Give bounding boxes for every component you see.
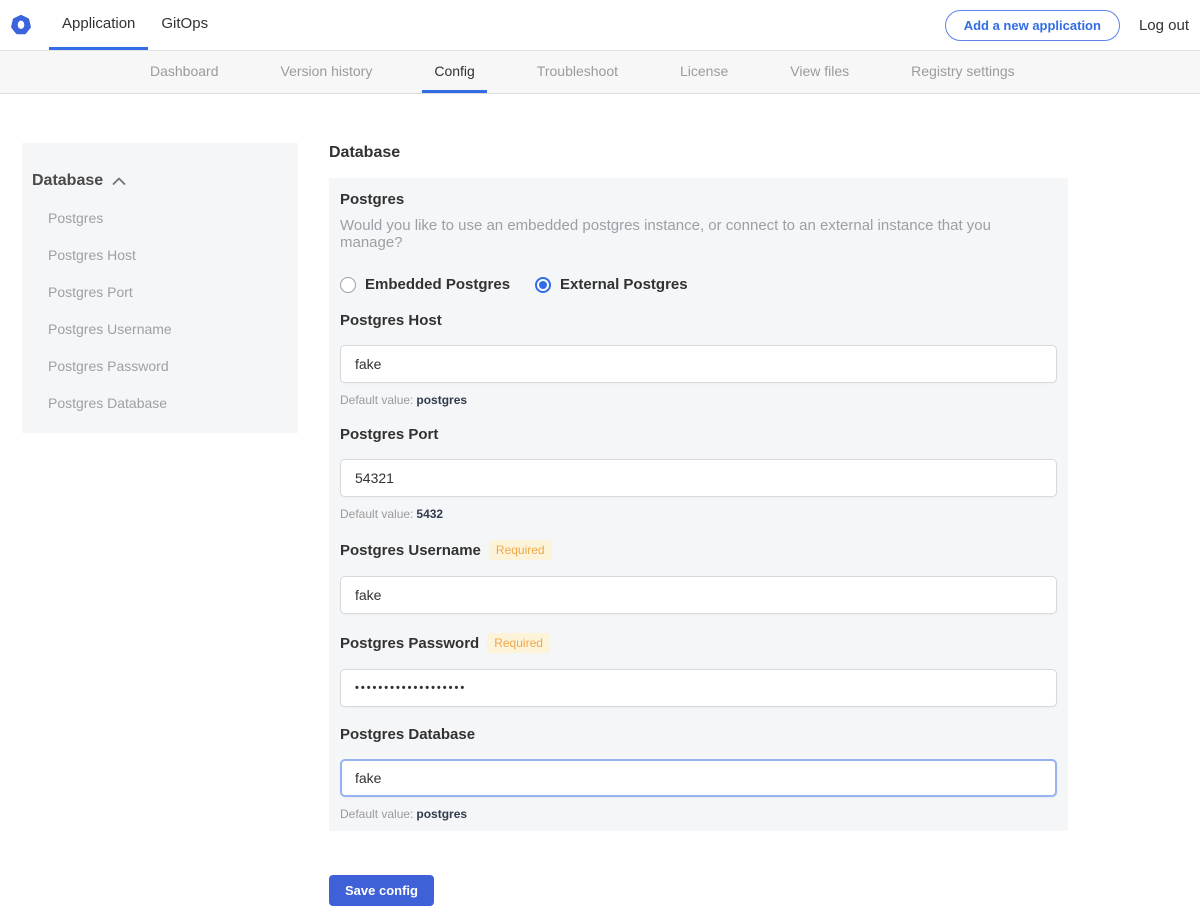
radio-checked-icon: [535, 277, 551, 293]
sidebar-item-postgres-password[interactable]: Postgres Password: [48, 358, 288, 374]
subnav-item-config[interactable]: Config: [422, 51, 486, 93]
tab-gitops[interactable]: GitOps: [148, 0, 221, 50]
radio-external-postgres[interactable]: External Postgres: [535, 276, 688, 293]
logout-button[interactable]: Log out: [1139, 17, 1189, 34]
field-label: Postgres Password: [340, 635, 479, 652]
sidebar-item-postgres[interactable]: Postgres: [48, 210, 288, 226]
field-label: Postgres Port: [340, 426, 438, 443]
field-postgres-port: Postgres Port Default value:5432: [340, 426, 1057, 521]
subnav-item-registry-settings[interactable]: Registry settings: [899, 51, 1026, 93]
config-main: Database Postgres Would you like to use …: [329, 143, 1068, 906]
sidebar-group-label: Database: [32, 172, 103, 190]
save-config-button[interactable]: Save config: [329, 875, 434, 906]
default-value-helper: Default value:5432: [340, 507, 1057, 521]
subnav-item-version-history[interactable]: Version history: [269, 51, 385, 93]
top-tabs: Application GitOps: [49, 0, 221, 50]
sidebar-item-list: Postgres Postgres Host Postgres Port Pos…: [32, 210, 288, 411]
postgres-database-input[interactable]: [340, 759, 1057, 797]
field-label: Postgres Username: [340, 542, 481, 559]
field-postgres-database: Postgres Database Default value:postgres: [340, 726, 1057, 821]
postgres-type-radio-group: Embedded Postgres External Postgres: [340, 276, 1057, 293]
radio-embedded-postgres[interactable]: Embedded Postgres: [340, 276, 510, 293]
content-area: Database Postgres Postgres Host Postgres…: [22, 143, 1200, 906]
postgres-port-input[interactable]: [340, 459, 1057, 497]
sidebar-item-postgres-host[interactable]: Postgres Host: [48, 247, 288, 263]
page-title: Database: [329, 143, 1068, 162]
radio-unchecked-icon: [340, 277, 356, 293]
subnav-item-dashboard[interactable]: Dashboard: [138, 51, 231, 93]
required-badge: Required: [489, 540, 552, 560]
field-postgres-username: Postgres Username Required: [340, 540, 1057, 614]
config-group-help: Would you like to use an embedded postgr…: [340, 217, 1057, 251]
tab-application[interactable]: Application: [49, 0, 148, 50]
sidebar-group-database[interactable]: Database: [32, 172, 288, 190]
required-badge: Required: [487, 633, 550, 653]
postgres-password-input[interactable]: [340, 669, 1057, 707]
postgres-host-input[interactable]: [340, 345, 1057, 383]
sidebar-item-postgres-username[interactable]: Postgres Username: [48, 321, 288, 337]
top-nav-actions: Add a new application Log out: [945, 0, 1200, 50]
app-subnav: Dashboard Version history Config Trouble…: [0, 50, 1200, 94]
subnav-item-troubleshoot[interactable]: Troubleshoot: [525, 51, 630, 93]
sidebar-item-postgres-database[interactable]: Postgres Database: [48, 395, 288, 411]
field-label: Postgres Host: [340, 312, 442, 329]
config-group-panel: Postgres Would you like to use an embedd…: [329, 178, 1068, 831]
subnav-item-view-files[interactable]: View files: [778, 51, 861, 93]
sidebar-item-postgres-port[interactable]: Postgres Port: [48, 284, 288, 300]
radio-label: External Postgres: [560, 276, 688, 293]
postgres-username-input[interactable]: [340, 576, 1057, 614]
config-sidebar: Database Postgres Postgres Host Postgres…: [22, 143, 298, 433]
radio-label: Embedded Postgres: [365, 276, 510, 293]
add-application-button[interactable]: Add a new application: [945, 10, 1120, 41]
field-label: Postgres Database: [340, 726, 475, 743]
field-postgres-password: Postgres Password Required: [340, 633, 1057, 707]
config-group-label: Postgres: [340, 191, 1057, 208]
app-logo-icon[interactable]: [10, 14, 32, 36]
field-postgres-host: Postgres Host Default value:postgres: [340, 312, 1057, 407]
chevron-up-icon: [112, 177, 126, 186]
subnav-item-license[interactable]: License: [668, 51, 740, 93]
default-value-helper: Default value:postgres: [340, 393, 1057, 407]
default-value-helper: Default value:postgres: [340, 807, 1057, 821]
top-nav: Application GitOps Add a new application…: [0, 0, 1200, 50]
